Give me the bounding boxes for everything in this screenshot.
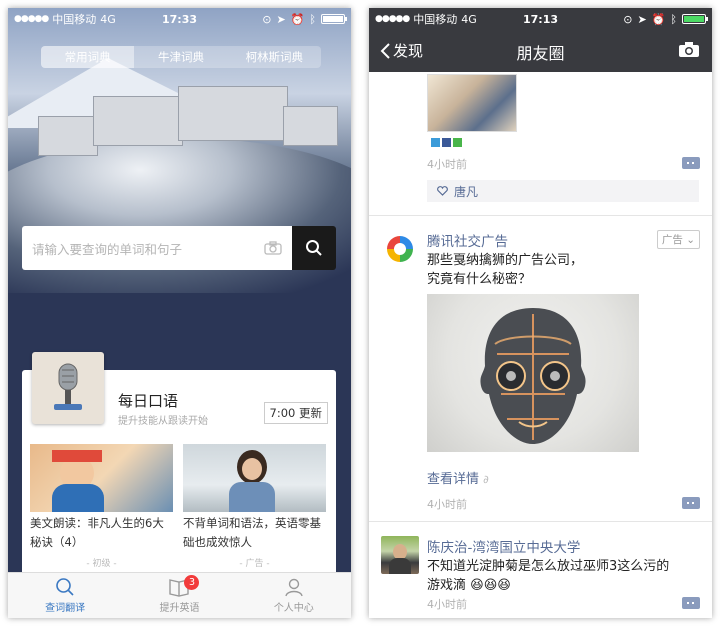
tab-collins-dictionary[interactable]: 柯林斯词典 (228, 46, 321, 68)
comment-button[interactable] (682, 497, 700, 509)
signal-icon: ●●●●● (14, 14, 49, 24)
notification-badge: 3 (184, 575, 200, 590)
post-text-line: 游戏滴 😆😆😆 (427, 576, 707, 595)
search-button[interactable] (292, 226, 336, 270)
search-bar: 请输入要查询的单词和句子 (22, 226, 336, 270)
facebook-icon (442, 138, 451, 147)
status-bar: ●●●●● 中国移动 4G 17:33 ⊙ ➤ ⏰ ᛒ (8, 8, 351, 30)
update-time-badge: 7:00 更新 (263, 402, 328, 424)
lock-rotation-icon: ⊙ (623, 12, 633, 26)
lesson-caption[interactable]: 美文朗读：非凡人生的6大秘诀（4） (30, 514, 173, 552)
lock-rotation-icon: ⊙ (262, 12, 272, 26)
post-text-line: 不知道光淀肿菊是怎么放过巫师3这么污的 (427, 559, 670, 574)
chevron-down-icon: ⌄ (686, 234, 695, 246)
head-sculpture-graphic (480, 308, 586, 444)
post-time: 4小时前 (427, 498, 467, 511)
search-icon (56, 578, 74, 596)
poster-name[interactable]: 腾讯社交广告 (427, 230, 508, 250)
microphone-image (32, 352, 104, 424)
alarm-icon: ⏰ (651, 12, 666, 26)
share-icons (431, 138, 462, 147)
post-text-line: 究竟有什么秘密？ (427, 272, 532, 287)
location-icon: ➤ (276, 12, 286, 26)
person-icon (285, 578, 303, 597)
laughing-emoji-icon: 😆 (497, 578, 511, 593)
location-icon: ➤ (637, 12, 647, 26)
divider (369, 521, 712, 522)
avatar[interactable] (381, 536, 419, 574)
twitter-icon (431, 138, 440, 147)
dictionary-tabs: 常用词典 牛津词典 柯林斯词典 (41, 46, 321, 68)
ad-image[interactable] (427, 294, 639, 452)
wechat-icon (453, 138, 462, 147)
likes-bar: 唐凡 (427, 180, 699, 202)
lesson-caption[interactable]: 不背单词和语法，英语零基础也成效惊人 (183, 514, 326, 552)
tab-label: 提升英语 (159, 603, 200, 614)
ad-tag: - 广告 - (239, 559, 270, 569)
camera-icon[interactable] (678, 41, 700, 58)
lesson-thumbnail-woman[interactable] (183, 444, 326, 512)
battery-icon (321, 14, 347, 24)
post-image[interactable] (427, 74, 517, 132)
divider (369, 215, 712, 216)
carrier-label: 中国移动 (52, 13, 97, 26)
post-time: 4小时前 (427, 598, 467, 611)
tab-common-dictionary[interactable]: 常用词典 (41, 46, 135, 68)
poster-name[interactable]: 陈庆治-湾湾国立中央大学 (427, 536, 580, 556)
link-icon: ∂ (483, 473, 489, 486)
card-title: 每日口语 (118, 392, 179, 410)
heart-icon (437, 186, 448, 196)
liker-name[interactable]: 唐凡 (454, 183, 478, 200)
tab-improve-english[interactable]: 3 提升英语 (122, 573, 236, 618)
post-text-fragment: 游戏滴 (427, 578, 467, 593)
navigation-bar: ●●●●● 中国移动 4G 17:13 ⊙ ➤ ⏰ ᛒ 发现 朋友圈 (369, 8, 712, 72)
alarm-icon: ⏰ (290, 12, 305, 26)
comment-button[interactable] (682, 597, 700, 609)
card-subtitle: 提升技能从跟读开始 (118, 416, 208, 427)
page-title: 朋友圈 (516, 44, 565, 63)
ad-tag-button[interactable]: 广告 ⌄ (656, 230, 700, 249)
tab-label: 个人中心 (273, 603, 314, 614)
post-time: 4小时前 (427, 158, 467, 171)
post-text-line: 那些戛纳擒狮的广告公司， (427, 253, 584, 268)
view-details-link[interactable]: 查看详情 ∂ (427, 468, 489, 487)
bottom-tab-bar: 查词翻译 3 提升英语 个人中心 (8, 572, 351, 618)
microphone-icon (54, 363, 82, 410)
avatar[interactable] (381, 230, 419, 268)
tencent-ads-logo-icon (387, 236, 413, 262)
search-placeholder: 请输入要查询的单词和句子 (32, 241, 183, 257)
post-text: 那些戛纳擒狮的广告公司， 究竟有什么秘密？ (427, 251, 697, 289)
view-details-label: 查看详情 (427, 472, 480, 487)
castle-graphic (38, 86, 338, 176)
tab-personal-center[interactable]: 个人中心 (237, 573, 351, 618)
network-label: 4G (461, 12, 477, 26)
battery-icon (682, 14, 708, 24)
tab-lookup-translate[interactable]: 查词翻译 (8, 573, 122, 618)
post-text: 不知道光淀肿菊是怎么放过巫师3这么污的 游戏滴 😆😆😆 (427, 557, 707, 595)
laughing-emoji-icon: 😆 (483, 578, 498, 593)
tab-label: 查词翻译 (45, 603, 86, 614)
network-label: 4G (100, 12, 116, 26)
moments-feed: 4小时前 唐凡 腾讯社交广告 广告 ⌄ 那些戛纳擒狮的广告公司， 究竟有什么秘密… (369, 72, 712, 618)
lesson-thumbnail-boy[interactable] (30, 444, 173, 512)
carrier-label: 中国移动 (413, 13, 458, 26)
laughing-emoji-icon: 😆 (470, 578, 484, 593)
comment-button[interactable] (682, 157, 700, 169)
ad-tag-label: 广告 (661, 234, 683, 246)
tab-oxford-dictionary[interactable]: 牛津词典 (134, 46, 227, 68)
bluetooth-icon: ᛒ (670, 12, 677, 26)
dictionary-screen: ●●●●● 中国移动 4G 17:33 ⊙ ➤ ⏰ ᛒ 常用词典 牛津词典 柯林… (8, 8, 351, 618)
moments-screen: ●●●●● 中国移动 4G 17:13 ⊙ ➤ ⏰ ᛒ 发现 朋友圈 4小时前 … (369, 8, 712, 618)
signal-icon: ●●●●● (375, 14, 410, 24)
search-input[interactable]: 请输入要查询的单词和句子 (22, 226, 292, 270)
status-bar: ●●●●● 中国移动 4G 17:13 ⊙ ➤ ⏰ ᛒ (369, 8, 712, 30)
camera-icon[interactable] (264, 241, 282, 255)
lesson-level-tag: - 初级 - (86, 559, 117, 569)
bluetooth-icon: ᛒ (309, 12, 316, 26)
search-icon (306, 240, 322, 256)
